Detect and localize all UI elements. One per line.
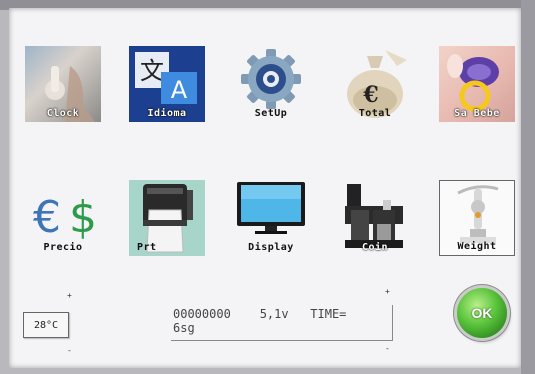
ok-label: OK	[471, 305, 493, 321]
status-down-marker: -	[385, 344, 390, 353]
status-readout: 00000000 5,1v TIME= 6sg	[171, 305, 393, 341]
menu-setup-label: SetUp	[254, 108, 288, 119]
menu-prt-label: Prt	[137, 242, 157, 253]
menu-clock-button[interactable]: Clock	[25, 46, 101, 122]
status-up-marker: +	[385, 287, 390, 296]
menu-total-button[interactable]: € Total	[337, 46, 413, 122]
menu-total-label: Total	[358, 108, 392, 119]
svg-text:A: A	[171, 76, 188, 104]
device-bezel-right	[521, 0, 535, 374]
svg-text:€: €	[33, 192, 61, 243]
menu-weight-label: Weight	[457, 241, 497, 252]
svg-text:€: €	[362, 82, 378, 108]
temp-up-marker: +	[67, 291, 72, 300]
temp-down-marker: -	[67, 346, 72, 355]
menu-precio-button[interactable]: € $ Precio	[25, 180, 101, 256]
menu-weight-button[interactable]: Weight	[439, 180, 515, 256]
menu-idioma-button[interactable]: 文 A Idioma	[129, 46, 205, 122]
menu-display-label: Display	[248, 242, 294, 253]
menu-clock-label: Clock	[46, 108, 80, 119]
svg-text:$: $	[69, 192, 97, 243]
menu-sabebe-button[interactable]: Sa Bebe	[439, 46, 515, 122]
ok-button[interactable]: OK	[457, 288, 507, 338]
temperature-display[interactable]: 28°C	[23, 312, 69, 338]
menu-sabebe-label: Sa Bebe	[454, 108, 500, 119]
status-line-1: 00000000 5,1v TIME=	[173, 307, 347, 321]
svg-text:文: 文	[140, 57, 164, 85]
touch-screen: Clock 文 A Idioma SetUp € Total Sa Bebe €…	[9, 8, 521, 368]
status-line-2: 6sg	[173, 321, 195, 335]
menu-setup-button[interactable]: SetUp	[233, 46, 309, 122]
menu-coin-label: Coin	[361, 242, 389, 253]
menu-precio-label: Precio	[43, 242, 83, 253]
menu-idioma-label: Idioma	[147, 108, 187, 119]
menu-coin-button[interactable]: Coin	[337, 180, 413, 256]
menu-display-button[interactable]: Display	[233, 180, 309, 256]
menu-prt-button[interactable]: Prt	[129, 180, 205, 256]
